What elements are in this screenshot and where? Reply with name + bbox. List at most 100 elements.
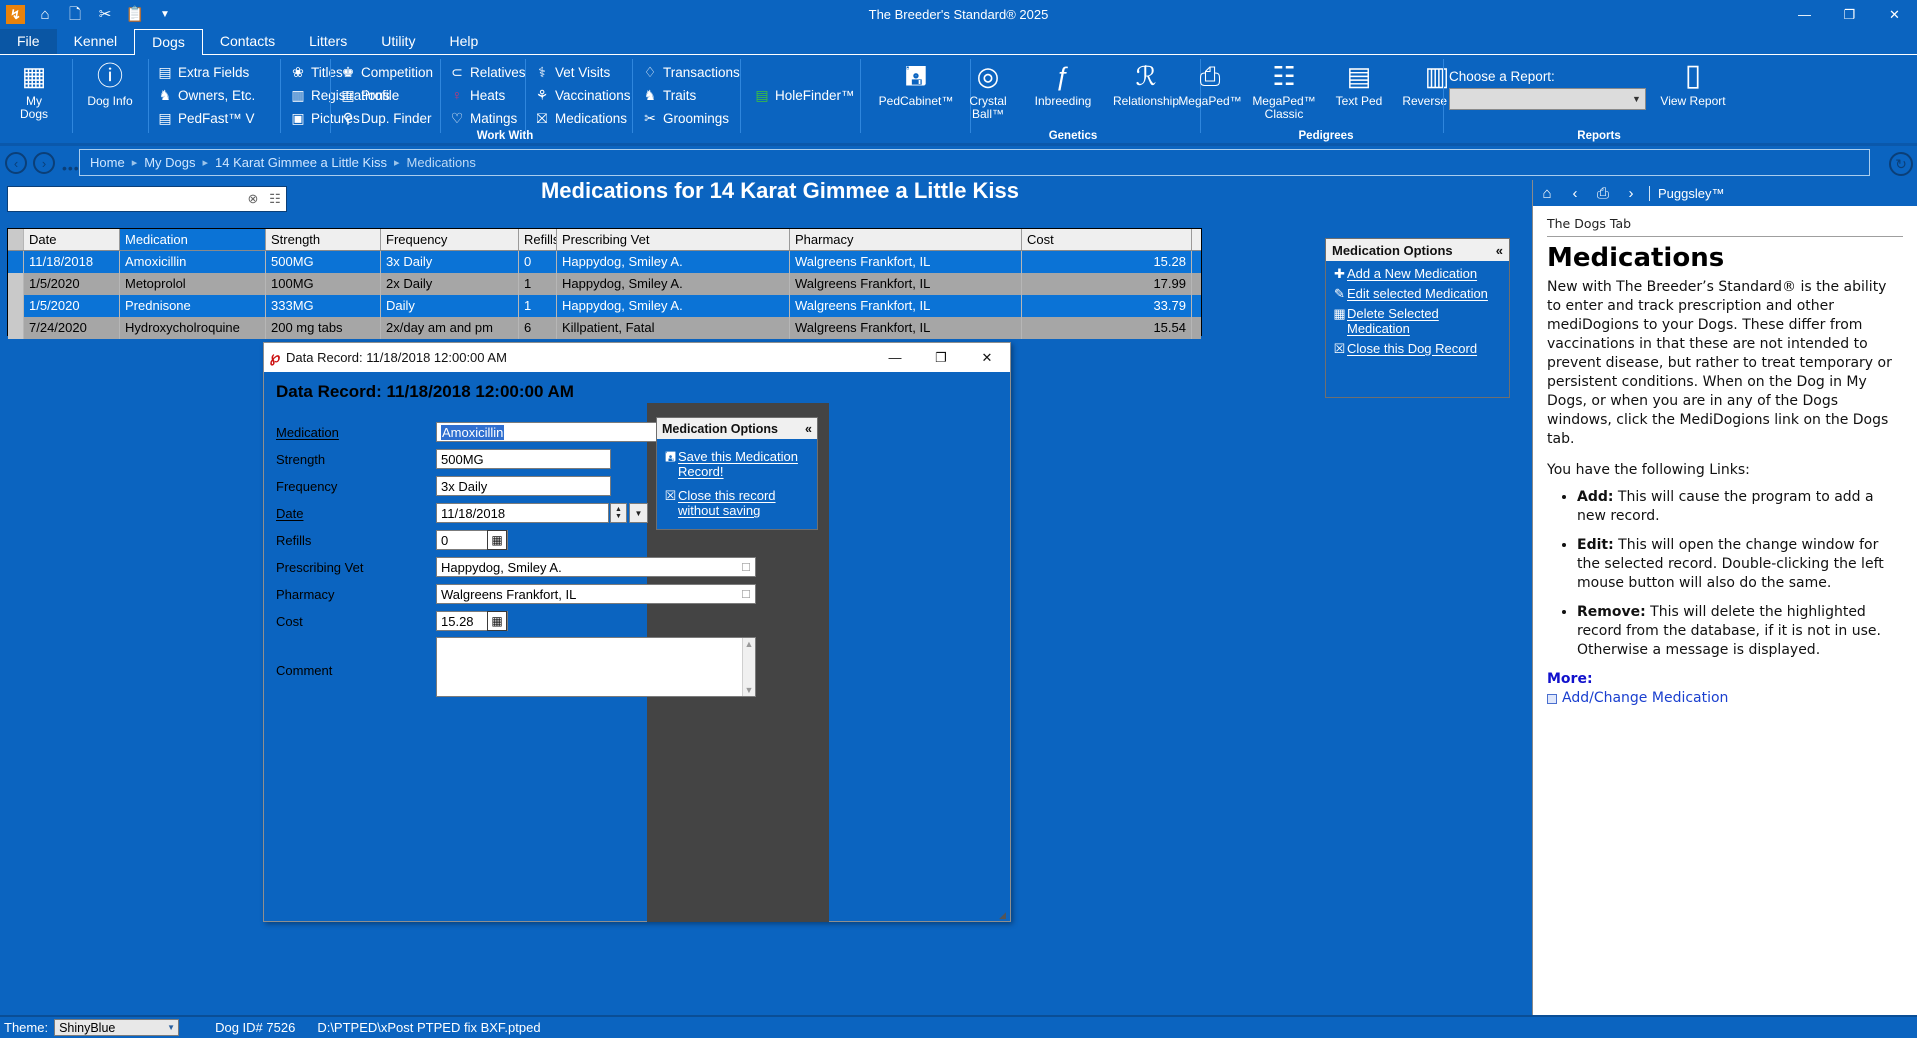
table-row[interactable]: 7/24/2020 Hydroxycholroquine 200 mg tabs… (8, 317, 1201, 339)
close-without-saving-link[interactable]: ☒ Close this record without saving (657, 479, 817, 518)
ribbon-relatives[interactable]: ⊂ Relatives (447, 61, 525, 83)
ribbon-vet-visits[interactable]: ⚕ Vet Visits (532, 61, 610, 83)
comment-field[interactable]: ▲ ▼ (436, 637, 756, 697)
ribbon-inbreeding-button[interactable]: ƒ Inbreeding (1019, 57, 1107, 108)
minimize-button[interactable]: — (1782, 0, 1827, 29)
ribbon-groomings[interactable]: ✂ Groomings (640, 107, 729, 129)
menu-tab-strip[interactable]: File Kennel Dogs Contacts Litters Utilit… (0, 29, 1917, 55)
ribbon-holefinder[interactable]: ▤ HoleFinder™ (752, 84, 854, 106)
frequency-field[interactable]: 3x Daily (436, 476, 611, 496)
delete-medication-link[interactable]: ▦ Delete Selected Medication (1326, 301, 1509, 336)
help-print-icon[interactable]: ⎙ (1589, 185, 1617, 202)
date-field[interactable]: 11/18/2018 (436, 503, 609, 523)
row-selector[interactable] (8, 295, 24, 317)
chevron-down-icon[interactable]: ▼ (1628, 94, 1645, 104)
pharmacy-field[interactable]: Walgreens Frankfort, IL ☐ (436, 584, 756, 604)
breadcrumb-item-dog[interactable]: 14 Karat Gimmee a Little Kiss (215, 155, 387, 170)
help-more-link[interactable]: Add/Change Medication (1547, 689, 1903, 708)
ribbon-pedcabinet-button[interactable]: 🖪 PedCabinet™ (868, 57, 964, 108)
ribbon-text-ped-button[interactable]: ▤ Text Ped (1322, 57, 1396, 108)
table-row[interactable]: 1/5/2020 Prednisone 333MG Daily 1 Happyd… (8, 295, 1201, 317)
dialog-window-controls[interactable]: — ❐ ✕ (872, 343, 1010, 372)
ribbon-heats[interactable]: ♀ Heats (447, 84, 506, 106)
grid-col-refills[interactable]: Refills (519, 229, 557, 250)
maximize-button[interactable]: ❐ (1827, 0, 1872, 29)
nav-overflow-icon[interactable]: ••• (62, 160, 80, 176)
grid-col-cost[interactable]: Cost (1022, 229, 1192, 250)
data-record-dialog[interactable]: ℘ Data Record: 11/18/2018 12:00:00 AM — … (263, 342, 1011, 922)
tab-help[interactable]: Help (432, 29, 495, 55)
window-controls[interactable]: — ❐ ✕ (1782, 0, 1917, 29)
ribbon-dup-finder[interactable]: ⚲ Dup. Finder (338, 107, 432, 129)
strength-field[interactable]: 500MG (436, 449, 611, 469)
comment-scrollbar[interactable]: ▲ ▼ (742, 638, 755, 696)
ribbon-matings[interactable]: ♡ Matings (447, 107, 518, 129)
help-forward-icon[interactable]: › (1617, 185, 1645, 202)
help-toolbar[interactable]: ⌂ ‹ ⎙ › Puggsley™ (1533, 180, 1917, 206)
edit-medication-link[interactable]: ✎ Edit selected Medication (1326, 281, 1509, 301)
nav-back-button[interactable]: ‹ (5, 152, 27, 174)
ribbon-pedfast[interactable]: ▤ PedFast™ V (155, 107, 254, 129)
grid-col-frequency[interactable]: Frequency (381, 229, 519, 250)
search-box[interactable]: ⊗ ☷ (7, 186, 287, 212)
ribbon-dog-info-button[interactable]: ⓘ Dog Info (78, 57, 142, 108)
scroll-up-icon[interactable]: ▲ (745, 639, 754, 649)
dialog-resize-handle[interactable]: ◢ (999, 910, 1009, 920)
row-selector[interactable] (8, 251, 24, 273)
tab-dogs[interactable]: Dogs (134, 29, 203, 55)
ribbon-my-dogs-button[interactable]: ▦ My Dogs (2, 57, 66, 121)
grid-col-pharmacy[interactable]: Pharmacy (790, 229, 1022, 250)
theme-select[interactable]: ShinyBlue ▼ (54, 1019, 180, 1036)
clear-search-icon[interactable]: ⊗ (242, 191, 264, 207)
ribbon-vaccinations[interactable]: ⚘ Vaccinations (532, 84, 631, 106)
breadcrumb-item-medications[interactable]: Medications (407, 155, 476, 170)
help-back-icon[interactable]: ‹ (1561, 185, 1589, 202)
table-row[interactable]: 1/5/2020 Metoprolol 100MG 2x Daily 1 Hap… (8, 273, 1201, 295)
ribbon-view-report-button[interactable]: ▯ View Report (1650, 57, 1736, 108)
grid-col-date[interactable]: Date (24, 229, 120, 250)
row-selector[interactable] (8, 317, 24, 339)
ribbon-extra-fields[interactable]: ▤ Extra Fields (155, 61, 249, 83)
lookup-folder-icon[interactable]: ☐ (741, 561, 751, 574)
report-select[interactable]: ▼ (1449, 88, 1646, 110)
grid-col-strength[interactable]: Strength (266, 229, 381, 250)
help-home-icon[interactable]: ⌂ (1533, 185, 1561, 202)
tab-litters[interactable]: Litters (292, 29, 364, 55)
ribbon-medications[interactable]: ⛝ Medications (532, 107, 627, 129)
breadcrumb[interactable]: Home ▸ My Dogs ▸ 14 Karat Gimmee a Littl… (79, 149, 1870, 176)
breadcrumb-item-home[interactable]: Home (90, 155, 125, 170)
nav-forward-button[interactable]: › (33, 152, 55, 174)
ribbon-megaped-classic-button[interactable]: ☷ MegaPed™ Classic (1240, 57, 1328, 121)
ribbon-competition[interactable]: ♚ Competition (338, 61, 433, 83)
ribbon-titles[interactable]: ❀ Titles (288, 61, 343, 83)
table-row[interactable]: 11/18/2018 Amoxicillin 500MG 3x Daily 0 … (8, 251, 1201, 273)
grid-col-medication[interactable]: Medication (120, 229, 266, 250)
refresh-button[interactable]: ↻ (1889, 152, 1913, 176)
date-spinner[interactable]: ▲ ▼ (610, 503, 627, 523)
dialog-minimize-button[interactable]: — (872, 343, 918, 372)
breadcrumb-item-my-dogs[interactable]: My Dogs (144, 155, 195, 170)
search-input[interactable] (8, 188, 242, 210)
ribbon-owners[interactable]: ♞ Owners, Etc. (155, 84, 256, 106)
collapse-icon[interactable]: « (1496, 243, 1503, 258)
tab-utility[interactable]: Utility (364, 29, 432, 55)
add-new-medication-link[interactable]: ✚ Add a New Medication (1326, 261, 1509, 281)
medications-grid[interactable]: Date Medication Strength Frequency Refil… (7, 228, 1202, 339)
dialog-close-button[interactable]: ✕ (964, 343, 1010, 372)
ribbon-traits[interactable]: ♞ Traits (640, 84, 697, 106)
collapse-icon[interactable]: « (805, 422, 812, 436)
ribbon-profile[interactable]: ▤ Profile (338, 84, 399, 106)
row-selector[interactable] (8, 273, 24, 295)
ribbon-transactions[interactable]: ♢ Transactions (640, 61, 740, 83)
dialog-maximize-button[interactable]: ❐ (918, 343, 964, 372)
grid-col-vet[interactable]: Prescribing Vet (557, 229, 790, 250)
date-dropdown-icon[interactable]: ▼ (629, 503, 648, 523)
tab-kennel[interactable]: Kennel (57, 29, 135, 55)
tab-file[interactable]: File (0, 29, 57, 55)
ribbon-crystal-ball-button[interactable]: ◎ Crystal Ball™ (952, 57, 1024, 121)
close-dog-record-link[interactable]: ☒ Close this Dog Record (1326, 336, 1509, 356)
lookup-folder-icon[interactable]: ☐ (741, 588, 751, 601)
prescribing-vet-field[interactable]: Happydog, Smiley A. ☐ (436, 557, 756, 577)
close-button[interactable]: ✕ (1872, 0, 1917, 29)
save-medication-link[interactable]: 🖪 Save this Medication Record! (657, 439, 817, 479)
